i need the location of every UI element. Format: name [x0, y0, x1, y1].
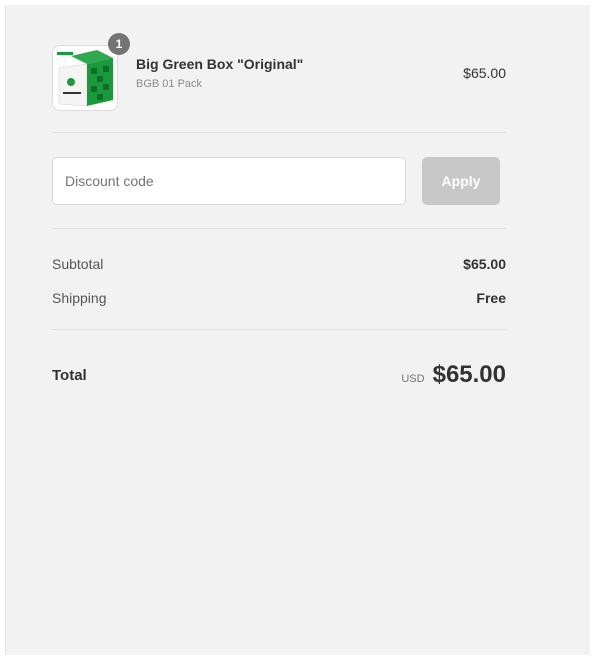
subtotal-label: Subtotal — [52, 256, 104, 272]
shipping-row: Shipping Free — [52, 290, 506, 306]
line-item: 1 Big Green Box "Original" BGB 01 Pack $… — [52, 33, 506, 117]
total-amount: USD $65.00 — [401, 361, 506, 389]
product-price: $65.00 — [463, 65, 506, 81]
quantity-badge: 1 — [108, 33, 130, 55]
divider — [52, 329, 506, 330]
currency-code: USD — [401, 373, 425, 385]
apply-button[interactable]: Apply — [422, 157, 500, 205]
total-row: Total USD $65.00 — [52, 361, 506, 389]
subtotal-value: $65.00 — [463, 256, 506, 272]
order-summary-panel: 1 Big Green Box "Original" BGB 01 Pack $… — [5, 5, 590, 655]
shipping-value: Free — [476, 290, 506, 306]
product-thumbnail — [52, 45, 118, 111]
discount-form: Apply — [52, 157, 506, 205]
green-box-product-image — [53, 46, 117, 110]
divider — [52, 132, 506, 133]
product-details: Big Green Box "Original" BGB 01 Pack — [136, 56, 463, 90]
subtotal-row: Subtotal $65.00 — [52, 256, 506, 272]
total-value: $65.00 — [432, 361, 506, 388]
total-label: Total — [52, 366, 87, 384]
divider — [52, 228, 506, 229]
shipping-label: Shipping — [52, 290, 107, 306]
product-name: Big Green Box "Original" — [136, 56, 304, 72]
product-thumbnail-wrapper: 1 — [52, 33, 130, 113]
discount-code-input[interactable] — [52, 157, 406, 205]
product-variant: BGB 01 Pack — [136, 78, 203, 90]
